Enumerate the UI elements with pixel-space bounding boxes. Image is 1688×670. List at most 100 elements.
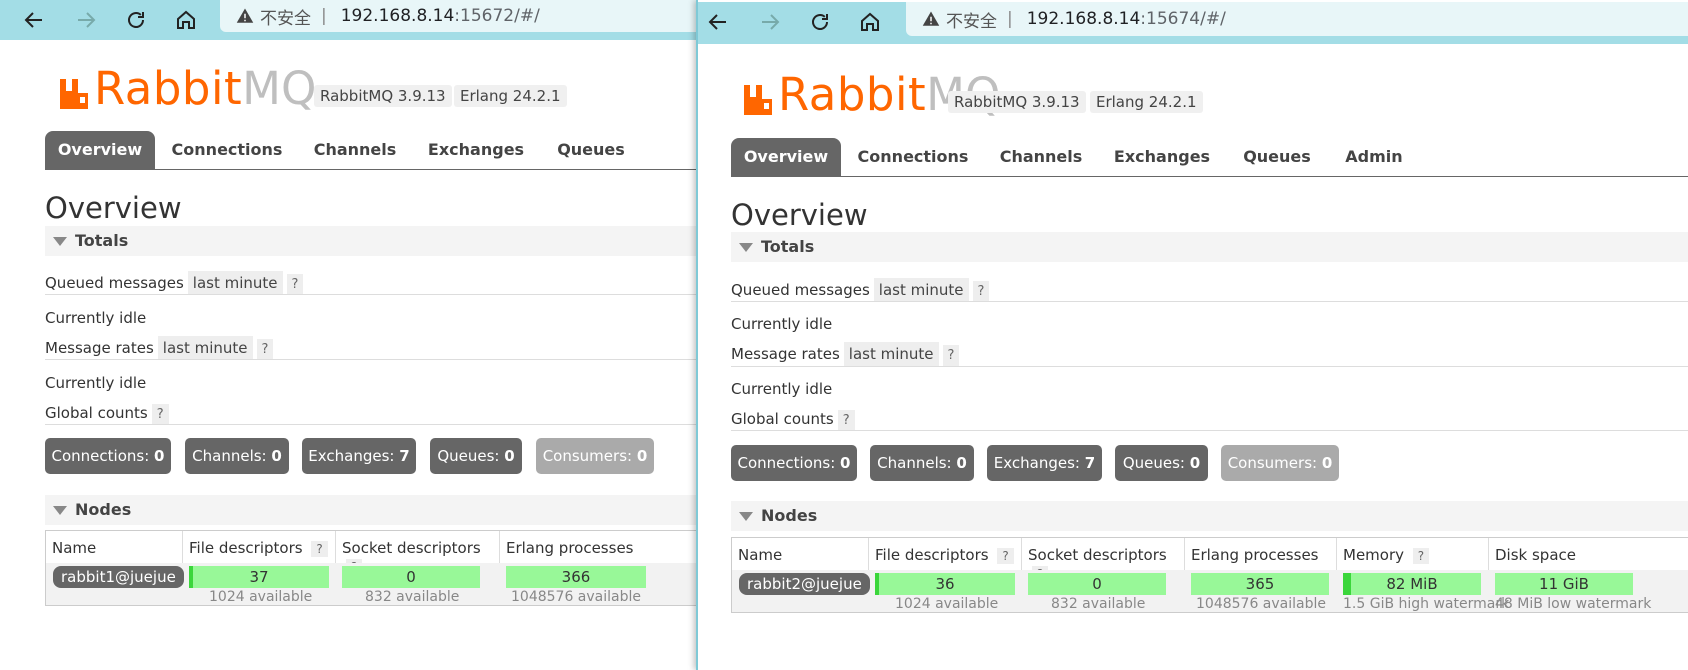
nodes-section-header[interactable]: Nodes xyxy=(45,495,700,525)
rabbitmq-logo[interactable]: RabbitMQTM xyxy=(58,66,340,111)
fd-help[interactable]: ? xyxy=(311,541,328,557)
address-bar[interactable]: 不安全 | 192.168.8.14:15672/#/ xyxy=(220,0,700,32)
forward-arrow-icon xyxy=(762,14,780,30)
tab-connections[interactable]: Connections xyxy=(167,131,287,169)
count-badges: Connections: 0 Channels: 0 Exchanges: 7 … xyxy=(45,438,700,474)
logo-text-mq: MQ xyxy=(242,62,317,115)
nodes-table: Name File descriptors ? Socket descripto… xyxy=(45,530,700,606)
totals-section-header[interactable]: Totals xyxy=(731,232,1688,262)
ep-available: 1048576 available xyxy=(511,589,641,605)
node-name-link[interactable]: rabbit2@juejue xyxy=(739,573,870,595)
url-separator: | xyxy=(321,6,327,26)
badge-value: 0 xyxy=(840,454,851,472)
divider xyxy=(45,424,700,425)
tab-overview[interactable]: Overview xyxy=(45,131,155,169)
message-rates-row: Message rates last minute? xyxy=(45,336,274,360)
tab-connections[interactable]: Connections xyxy=(853,138,973,176)
bar-value: 0 xyxy=(1092,575,1102,593)
totals-label: Totals xyxy=(761,237,815,256)
badge-label: Consumers: xyxy=(1227,454,1318,472)
bar-value: 0 xyxy=(406,568,416,586)
rates-help[interactable]: ? xyxy=(942,345,960,366)
forward-arrow-icon xyxy=(78,12,96,28)
badge-label: Exchanges: xyxy=(993,454,1080,472)
exchanges-count-badge[interactable]: Exchanges: 7 xyxy=(987,445,1102,481)
memory-help[interactable]: ? xyxy=(1412,548,1430,564)
global-counts-label: Global counts xyxy=(731,410,834,428)
badge-value: 0 xyxy=(1321,454,1333,472)
queues-count-badge[interactable]: Queues: 0 xyxy=(1115,445,1208,481)
tab-overview[interactable]: Overview xyxy=(731,138,841,176)
address-bar[interactable]: 不安全 | 192.168.8.14:15674/#/ xyxy=(906,2,1688,36)
totals-label: Totals xyxy=(75,231,129,250)
badge-value: 7 xyxy=(1084,454,1096,472)
ep-usage-bar: 365 xyxy=(1191,573,1329,595)
warning-icon xyxy=(236,7,254,25)
ep-available: 1048576 available xyxy=(1196,596,1326,612)
nodes-section-header[interactable]: Nodes xyxy=(731,501,1688,531)
connections-count-badge[interactable]: Connections: 0 xyxy=(45,438,171,474)
consumers-count-badge[interactable]: Consumers: 0 xyxy=(536,438,654,474)
totals-section-header[interactable]: Totals xyxy=(45,226,700,256)
browser-window-left: 不安全 | 192.168.8.14:15672/#/ RabbitMQTM R… xyxy=(0,0,700,670)
queued-help[interactable]: ? xyxy=(286,274,304,295)
erlang-version: Erlang 24.2.1 xyxy=(1090,91,1203,113)
back-button[interactable] xyxy=(698,2,738,42)
channels-count-badge[interactable]: Channels: 0 xyxy=(870,445,974,481)
queues-count-badge[interactable]: Queues: 0 xyxy=(430,438,522,474)
sd-usage-bar: 0 xyxy=(342,566,480,588)
logo-text-rabbit: Rabbit xyxy=(94,62,243,115)
ep-usage-bar: 366 xyxy=(506,566,646,588)
tab-admin[interactable]: Admin xyxy=(1339,138,1409,176)
queued-range-chip[interactable]: last minute xyxy=(187,271,283,295)
badge-value: 0 xyxy=(154,447,165,465)
global-counts-help[interactable]: ? xyxy=(837,410,855,431)
home-icon xyxy=(861,12,879,31)
fd-help[interactable]: ? xyxy=(997,548,1014,564)
message-rates-label: Message rates xyxy=(45,339,154,357)
home-button[interactable] xyxy=(850,2,890,42)
queued-range-chip[interactable]: last minute xyxy=(873,278,969,302)
reload-button[interactable] xyxy=(116,0,156,40)
rates-range-chip[interactable]: last minute xyxy=(157,336,253,360)
badge-value: 0 xyxy=(636,447,648,465)
tab-exchanges[interactable]: Exchanges xyxy=(423,131,529,169)
sd-available: 832 available xyxy=(1051,596,1146,612)
queued-messages-label: Queued messages xyxy=(45,274,184,292)
forward-button[interactable] xyxy=(66,0,106,40)
rabbitmq-logo-icon xyxy=(744,85,772,115)
channels-count-badge[interactable]: Channels: 0 xyxy=(185,438,289,474)
queued-messages-row: Queued messages last minute? xyxy=(731,278,990,302)
home-icon xyxy=(177,10,195,29)
tab-channels[interactable]: Channels xyxy=(991,138,1091,176)
reload-button[interactable] xyxy=(800,2,840,42)
fd-available: 1024 available xyxy=(209,589,313,605)
forward-button[interactable] xyxy=(750,2,790,42)
disk-watermark: 48 MiB low watermark xyxy=(1495,596,1652,612)
column-header-name: Name xyxy=(732,538,869,570)
queued-help[interactable]: ? xyxy=(972,281,990,302)
tab-exchanges[interactable]: Exchanges xyxy=(1109,138,1215,176)
badge-label: Channels: xyxy=(192,447,267,465)
header-text: File descriptors xyxy=(189,539,303,557)
home-button[interactable] xyxy=(166,0,206,40)
header-text: Name xyxy=(738,546,783,564)
sd-usage-bar: 0 xyxy=(1028,573,1166,595)
url-host: 192.168.8.14 xyxy=(1026,9,1141,29)
rates-range-chip[interactable]: last minute xyxy=(843,342,939,366)
column-header-name: Name xyxy=(46,531,183,563)
global-counts-help[interactable]: ? xyxy=(151,404,169,425)
main-tabs: Overview Connections Channels Exchanges … xyxy=(731,138,1688,177)
tab-channels[interactable]: Channels xyxy=(305,131,405,169)
tab-queues[interactable]: Queues xyxy=(551,131,631,169)
browser-window-right: 不安全 | 192.168.8.14:15674/#/ RabbitMQTM R… xyxy=(696,0,1688,670)
header-text: Name xyxy=(52,539,97,557)
connections-count-badge[interactable]: Connections: 0 xyxy=(731,445,857,481)
tab-queues[interactable]: Queues xyxy=(1237,138,1317,176)
rates-help[interactable]: ? xyxy=(256,339,274,360)
collapse-triangle-icon xyxy=(53,237,67,246)
exchanges-count-badge[interactable]: Exchanges: 7 xyxy=(302,438,416,474)
consumers-count-badge[interactable]: Consumers: 0 xyxy=(1221,445,1339,481)
node-name-link[interactable]: rabbit1@juejue xyxy=(53,566,184,588)
back-button[interactable] xyxy=(14,0,54,40)
